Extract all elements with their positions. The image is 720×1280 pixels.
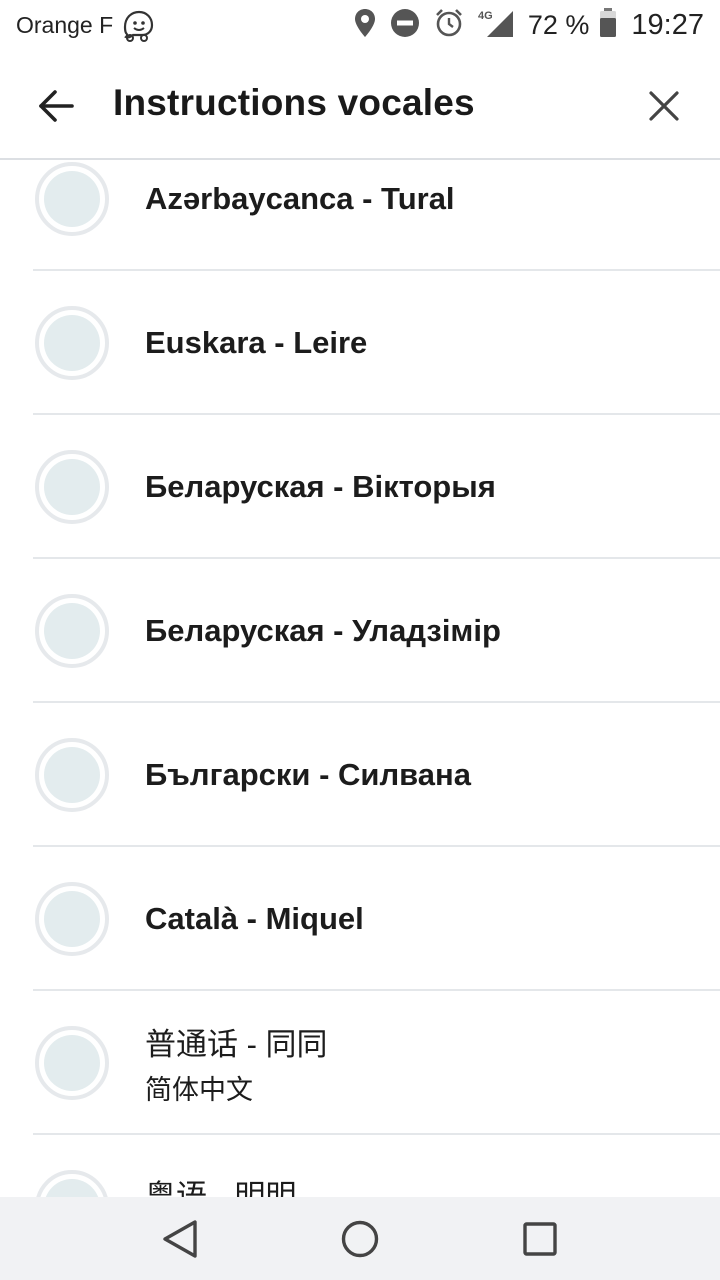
voice-item[interactable]: Беларуская - Уладзімір bbox=[0, 559, 720, 703]
alarm-icon bbox=[434, 8, 464, 43]
arrow-left-icon bbox=[39, 90, 74, 122]
battery-icon bbox=[599, 7, 617, 43]
radio-button[interactable] bbox=[35, 450, 109, 524]
voice-label: Euskara - Leire bbox=[145, 325, 368, 360]
radio-fill bbox=[44, 171, 100, 227]
app-bar: Instructions vocales bbox=[0, 50, 720, 160]
recents-square-icon bbox=[523, 1222, 557, 1256]
back-triangle-icon bbox=[163, 1220, 197, 1258]
radio-fill bbox=[44, 891, 100, 947]
radio-fill bbox=[44, 459, 100, 515]
voice-list[interactable]: Azərbaycanca - Tural Euskara - Leire Бел… bbox=[0, 160, 720, 1197]
back-button[interactable] bbox=[30, 80, 82, 132]
radio-button[interactable] bbox=[35, 306, 109, 380]
voice-item[interactable]: Azərbaycanca - Tural bbox=[0, 160, 720, 271]
radio-button[interactable] bbox=[35, 162, 109, 236]
nav-recents-button[interactable] bbox=[518, 1217, 562, 1261]
status-bar: Orange F 4G 72 % 19:27 bbox=[0, 0, 720, 50]
waze-icon bbox=[119, 7, 155, 43]
voice-label: Беларуская - Уладзімір bbox=[145, 613, 501, 648]
radio-button[interactable] bbox=[35, 1170, 109, 1197]
do-not-disturb-icon bbox=[390, 8, 420, 43]
close-icon bbox=[649, 91, 679, 121]
battery-percent: 72 % bbox=[527, 9, 590, 40]
radio-fill bbox=[44, 747, 100, 803]
clock: 19:27 bbox=[631, 8, 704, 41]
radio-fill bbox=[44, 315, 100, 371]
voice-item[interactable]: 普通话 - 同同 简体中文 bbox=[0, 991, 720, 1135]
voice-item[interactable]: Български - Силвана bbox=[0, 703, 720, 847]
voice-name: 普通话 - 同同 bbox=[145, 1027, 328, 1062]
voice-label: Azərbaycanca - Tural bbox=[145, 181, 455, 216]
voice-item[interactable]: Беларуская - Вікторыя bbox=[0, 415, 720, 559]
home-circle-icon bbox=[341, 1220, 379, 1258]
location-icon bbox=[354, 8, 376, 43]
voice-item[interactable]: Català - Miquel bbox=[0, 847, 720, 991]
voice-label: Български - Силвана bbox=[145, 757, 472, 792]
network-type-label: 4G bbox=[478, 10, 493, 22]
signal-icon: 4G bbox=[478, 8, 514, 43]
voice-item[interactable]: 粤语 - 明明 bbox=[0, 1135, 720, 1197]
radio-fill bbox=[44, 1035, 100, 1091]
radio-button[interactable] bbox=[35, 738, 109, 812]
voice-label: Català - Miquel bbox=[145, 901, 364, 936]
nav-back-button[interactable] bbox=[158, 1217, 202, 1261]
radio-fill bbox=[44, 603, 100, 659]
radio-button[interactable] bbox=[35, 882, 109, 956]
voice-item[interactable]: Euskara - Leire bbox=[0, 271, 720, 415]
voice-label: 粤语 - 明明 bbox=[145, 1179, 297, 1197]
carrier-label: Orange F bbox=[16, 12, 114, 38]
system-nav-bar bbox=[0, 1197, 720, 1280]
close-button[interactable] bbox=[638, 80, 690, 132]
page-title: Instructions vocales bbox=[113, 82, 475, 123]
voice-subtitle: 简体中文 bbox=[145, 1075, 253, 1105]
voice-label: Беларуская - Вікторыя bbox=[145, 469, 496, 504]
radio-fill bbox=[44, 1179, 100, 1197]
nav-home-button[interactable] bbox=[338, 1217, 382, 1261]
radio-button[interactable] bbox=[35, 1026, 109, 1100]
voice-label: 普通话 - 同同 简体中文 bbox=[145, 1019, 328, 1107]
radio-button[interactable] bbox=[35, 594, 109, 668]
